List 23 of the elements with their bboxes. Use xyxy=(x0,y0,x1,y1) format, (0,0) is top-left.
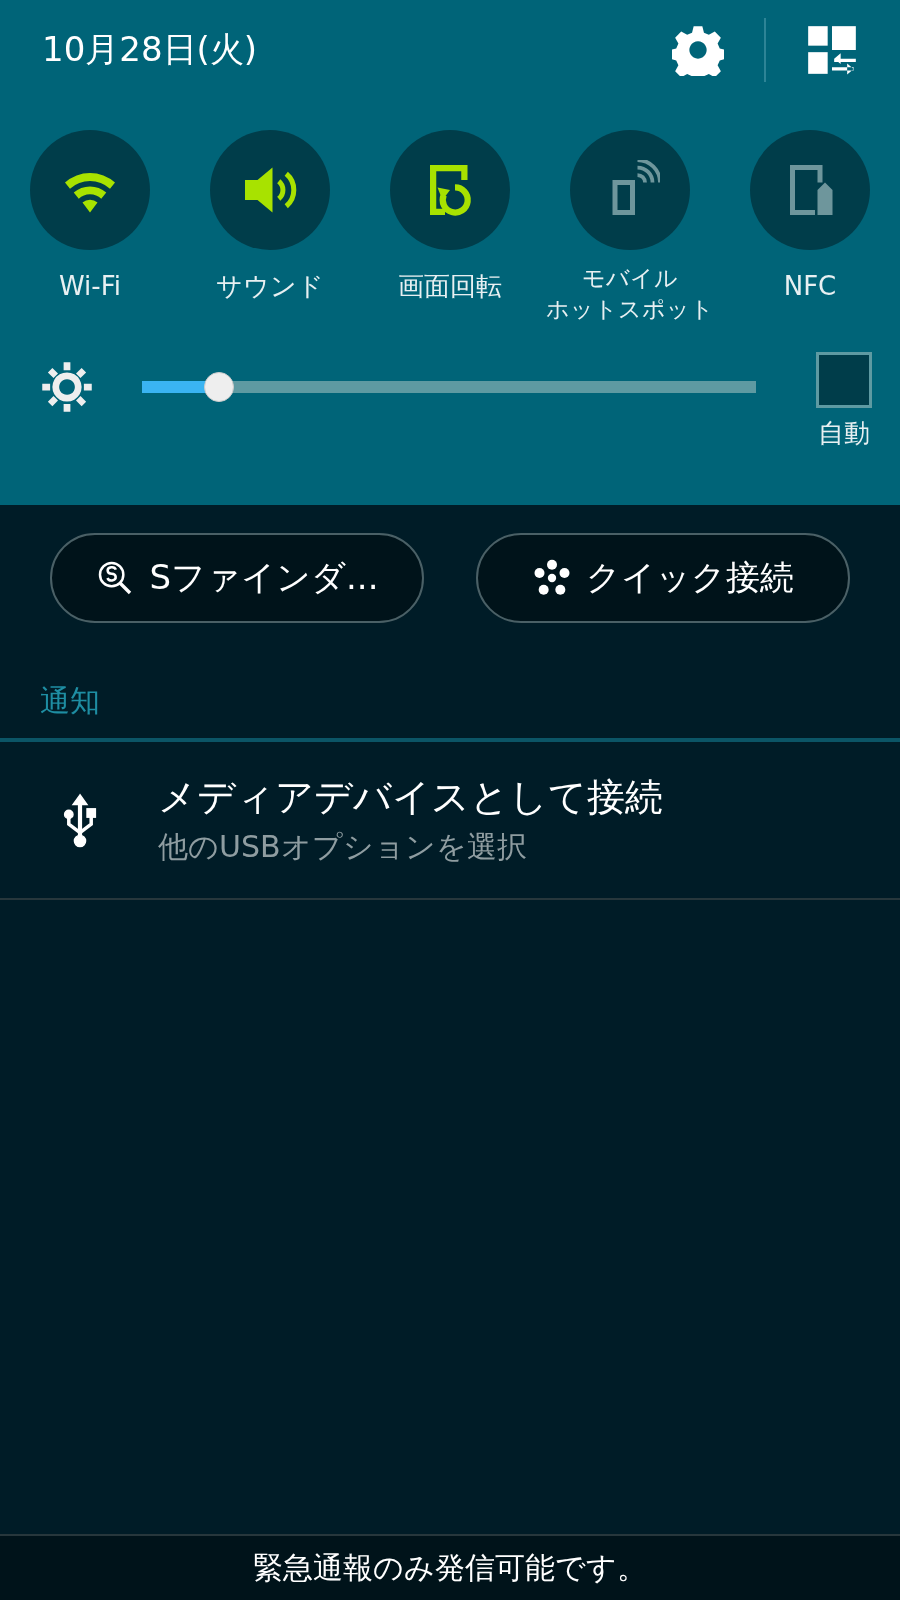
usb-icon xyxy=(62,792,98,848)
toggle-label: モバイル xyxy=(582,264,678,293)
pill-button[interactable]: Sファインダ... xyxy=(50,533,424,623)
slider-thumb[interactable] xyxy=(203,372,234,402)
auto-label: 自動 xyxy=(818,416,870,450)
section-header: 通知 xyxy=(39,682,101,720)
toggle-label: ホットスポット xyxy=(546,294,714,324)
settings-icon[interactable] xyxy=(672,24,724,76)
pill-button[interactable]: クイック接続 xyxy=(476,533,850,623)
toggle-label: サウンド xyxy=(216,270,324,303)
date-text: 10月28日(火) xyxy=(42,28,258,71)
toggle-label: Wi-Fi xyxy=(59,270,121,303)
grid-swap-icon[interactable] xyxy=(806,24,858,76)
notification-subtitle: 他のUSBオプションを選択 xyxy=(158,828,528,866)
brightness-icon xyxy=(40,360,94,414)
emergency-status-text: 緊急通報のみ発信可能です。 xyxy=(0,1534,900,1600)
brightness-slider[interactable] xyxy=(142,371,756,403)
auto-checkbox[interactable] xyxy=(816,351,872,408)
nodes-icon xyxy=(532,558,572,598)
notification-card[interactable]: メディアデバイスとして接続 他のUSBオプションを選択 xyxy=(0,742,900,900)
toggle-label: NFC xyxy=(783,270,837,303)
toggle-label: 画面回転 xyxy=(398,270,502,303)
notification-title: メディアデバイスとして接続 xyxy=(158,774,663,821)
